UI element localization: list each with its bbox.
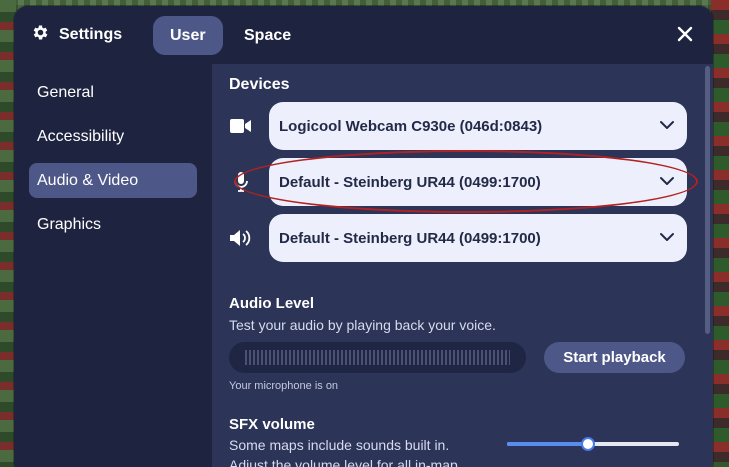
microphone-row: Default - Steinberg UR44 (0499:1700) <box>229 158 689 206</box>
settings-sidebar: General Accessibility Audio & Video Grap… <box>14 64 212 467</box>
close-icon <box>677 26 693 42</box>
gear-icon <box>31 23 50 47</box>
chevron-down-icon <box>660 177 674 185</box>
settings-title: Settings <box>31 23 122 47</box>
settings-title-label: Settings <box>59 26 123 43</box>
speaker-select[interactable]: Default - Steinberg UR44 (0499:1700) <box>269 214 687 262</box>
microphone-select[interactable]: Default - Steinberg UR44 (0499:1700) <box>269 158 687 206</box>
sidebar-item-general[interactable]: General <box>29 75 197 110</box>
chevron-down-icon <box>660 233 674 241</box>
devices-title: Devices <box>229 76 290 93</box>
microphone-icon <box>229 170 253 194</box>
sfx-description-line1: Some maps include sounds built in. <box>229 437 450 453</box>
slider-fill <box>507 442 588 446</box>
microphone-status: Your microphone is on <box>229 380 339 392</box>
game-background-right-edge <box>711 0 729 467</box>
sfx-volume-title: SFX volume <box>229 416 315 433</box>
chevron-down-icon <box>660 121 674 129</box>
sidebar-item-graphics[interactable]: Graphics <box>29 207 197 242</box>
settings-content: Devices Logicool Webcam C930e (046d:0843… <box>212 64 713 467</box>
start-playback-button[interactable]: Start playback <box>544 342 685 373</box>
speaker-select-value: Default - Steinberg UR44 (0499:1700) <box>279 229 541 247</box>
settings-modal: Settings User Space General Accessibilit… <box>14 6 713 467</box>
sidebar-item-accessibility[interactable]: Accessibility <box>29 119 197 154</box>
video-camera-icon <box>229 114 253 138</box>
tab-user[interactable]: User <box>153 16 223 55</box>
sidebar-item-audio-video[interactable]: Audio & Video <box>29 163 197 198</box>
microphone-select-value: Default - Steinberg UR44 (0499:1700) <box>279 173 541 191</box>
speaker-row: Default - Steinberg UR44 (0499:1700) <box>229 214 689 262</box>
sfx-description-line2: Adjust the volume level for all in-map <box>229 457 458 467</box>
audio-level-title: Audio Level <box>229 295 315 312</box>
sfx-volume-slider[interactable] <box>507 437 679 451</box>
settings-header: Settings User Space <box>14 6 713 64</box>
audio-level-meter-bars <box>245 350 510 365</box>
camera-row: Logicool Webcam C930e (046d:0843) <box>229 102 689 150</box>
audio-level-description: Test your audio by playing back your voi… <box>229 317 496 333</box>
camera-select-value: Logicool Webcam C930e (046d:0843) <box>279 117 543 135</box>
slider-thumb[interactable] <box>580 437 595 451</box>
scrollbar[interactable] <box>705 66 710 334</box>
close-button[interactable] <box>675 24 695 44</box>
speaker-icon <box>229 226 253 250</box>
audio-level-meter <box>229 342 526 373</box>
tab-space[interactable]: Space <box>227 16 308 55</box>
camera-select[interactable]: Logicool Webcam C930e (046d:0843) <box>269 102 687 150</box>
